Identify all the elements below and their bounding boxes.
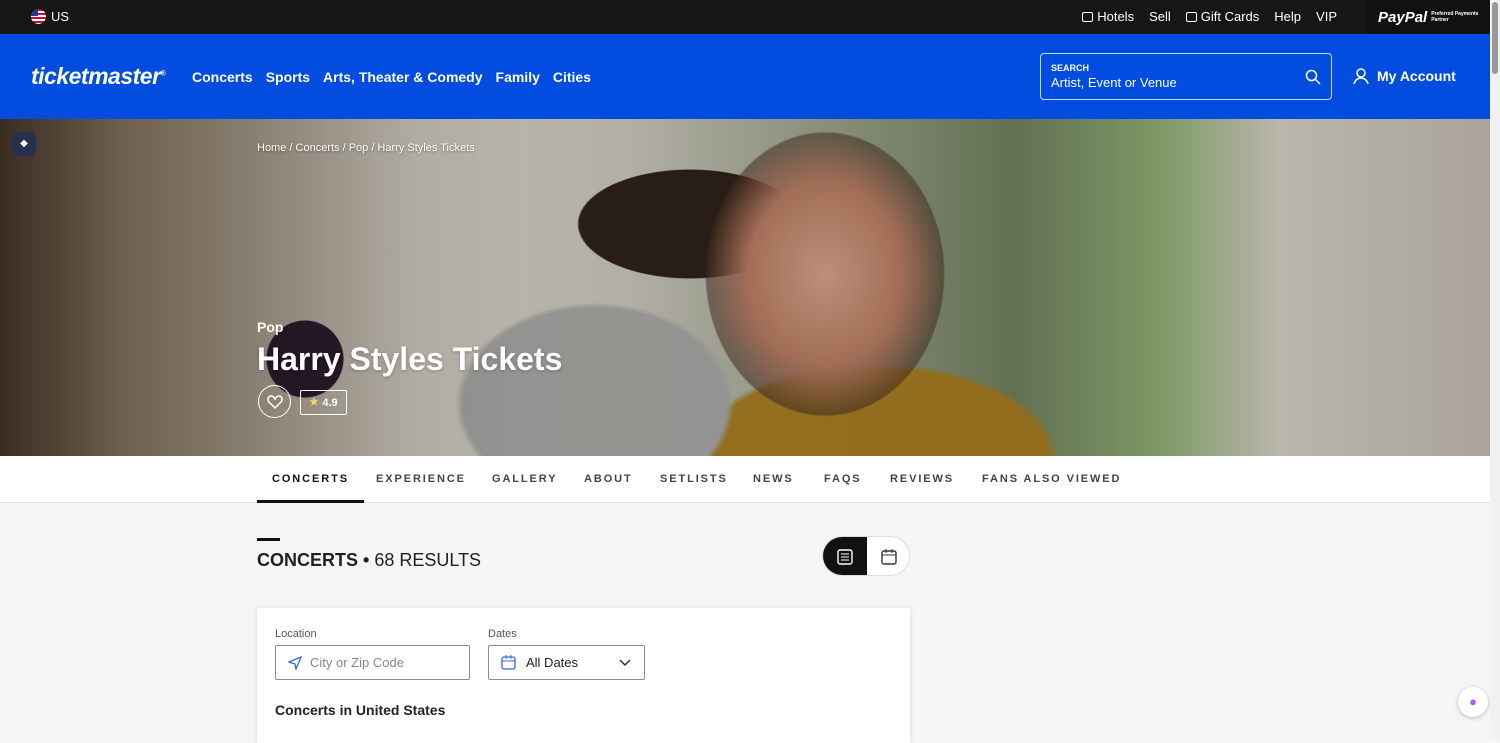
primary-navigation: Concerts Sports Arts, Theater & Comedy F… [192,69,591,85]
breadcrumb[interactable]: Home / Concerts / Pop / Harry Styles Tic… [257,142,475,154]
calendar-view-icon [881,549,897,565]
search-label: SEARCH [1051,63,1090,73]
calendar-icon [501,655,516,670]
account-label: My Account [1377,68,1456,84]
gift-card-icon [1185,11,1197,22]
search-box[interactable]: SEARCH [1040,53,1332,100]
registered-mark: ® [160,70,166,78]
rating-value: 4.9 [322,396,338,409]
paypal-partner-badge[interactable]: PayPal Preferred Payments Partner [1367,0,1490,34]
hero-image-shade [0,119,1490,456]
assistant-button[interactable]: ● [1458,687,1488,717]
tab-setlists[interactable]: SETLISTS [645,456,743,503]
tab-news[interactable]: NEWS [738,456,809,503]
my-account-link[interactable]: My Account [1352,67,1456,85]
user-icon [1353,68,1369,85]
main-header: ticketmaster® Concerts Sports Arts, Thea… [0,34,1490,119]
page-title: Harry Styles Tickets [257,341,563,377]
star-icon: ★ [309,397,319,408]
top-utility-bar: US Hotels Sell Gift Cards Help VIP PayPa… [0,0,1490,34]
artist-genre: Pop [257,319,284,335]
search-icon[interactable] [1305,69,1321,85]
scrollbar-thumb[interactable] [1492,2,1498,74]
dates-label: Dates [488,628,517,640]
hotel-icon [1082,11,1094,22]
location-pin-icon [288,656,302,670]
location-input[interactable] [310,655,455,670]
results-separator: • [363,550,370,570]
tab-fans-also-viewed[interactable]: FANS ALSO VIEWED [967,456,1136,503]
hotels-label: Hotels [1097,9,1135,24]
tab-gallery[interactable]: GALLERY [477,456,572,503]
nav-concerts[interactable]: Concerts [192,69,253,85]
location-label: Location [275,628,317,640]
nav-cities[interactable]: Cities [553,69,591,85]
view-toggle [822,536,910,576]
page-scrollbar[interactable] [1490,0,1500,739]
artist-hero: ◆ Home / Concerts / Pop / Harry Styles T… [0,119,1490,456]
nav-sports[interactable]: Sports [266,69,310,85]
tab-experience[interactable]: EXPERIENCE [361,456,481,503]
tab-concerts[interactable]: CONCERTS [257,456,364,503]
event-filters-panel: Location Dates All Dates Concerts in Uni… [257,608,910,743]
favorite-button[interactable] [258,385,291,418]
results-heading: CONCERTS • 68 RESULTS [257,550,481,571]
region-selector[interactable]: US [31,9,69,24]
sell-link[interactable]: Sell [1149,9,1171,24]
logo-text: ticketmaster [31,63,161,89]
vip-link[interactable]: VIP [1316,9,1337,24]
region-label: US [51,9,70,24]
hotels-link[interactable]: Hotels [1082,9,1134,24]
gift-cards-link[interactable]: Gift Cards [1185,9,1260,24]
section-accent-line [257,538,280,541]
utility-links: Hotels Sell Gift Cards Help VIP [1082,9,1337,24]
help-link[interactable]: Help [1274,9,1301,24]
results-label: CONCERTS [257,550,359,570]
heart-icon [267,395,283,410]
ticketmaster-logo[interactable]: ticketmaster® [31,63,166,90]
tab-reviews[interactable]: REVIEWS [875,456,969,503]
calendar-view-button[interactable] [867,537,909,575]
image-control-icon[interactable]: ◆ [12,132,36,156]
dates-select[interactable]: All Dates [488,645,645,680]
us-flag-icon [31,9,46,24]
rating-badge[interactable]: ★ 4.9 [300,390,347,415]
concerts-region-title: Concerts in United States [275,702,446,718]
chevron-down-icon [619,659,631,667]
list-view-button[interactable] [823,537,867,575]
tab-about[interactable]: ABOUT [569,456,648,503]
list-view-icon [837,549,853,565]
paypal-partner-text: Preferred Payments Partner [1431,11,1479,23]
nav-arts-theater-comedy[interactable]: Arts, Theater & Comedy [323,69,482,85]
nav-family[interactable]: Family [496,69,540,85]
tab-faqs[interactable]: FAQS [809,456,877,503]
gift-cards-label: Gift Cards [1200,9,1260,24]
artist-tabs: CONCERTS EXPERIENCE GALLERY ABOUT SETLIS… [0,456,1490,503]
paypal-logo: PayPal [1378,8,1428,26]
dates-value: All Dates [526,655,579,670]
results-count: 68 RESULTS [374,550,482,570]
search-input[interactable] [1051,75,1291,90]
location-field[interactable] [275,645,470,680]
